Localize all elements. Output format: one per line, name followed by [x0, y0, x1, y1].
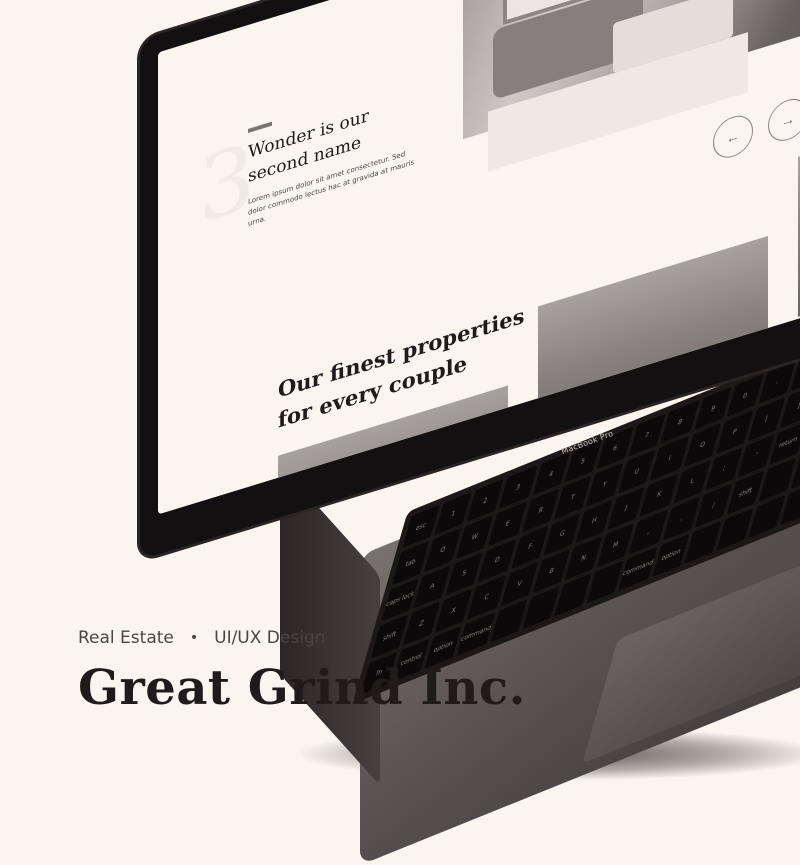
project-title: Great Grind Inc. [78, 660, 526, 716]
arrow-left-icon: ← [726, 126, 740, 147]
laptop-side-edge [280, 464, 380, 786]
discipline-label: UI/UX Design [214, 628, 326, 648]
project-caption: Real Estate • UI/UX Design [78, 628, 326, 648]
separator-dot: • [189, 630, 199, 646]
slide-number: 3 [198, 122, 256, 246]
arrow-right-icon: → [781, 109, 795, 131]
carousel-next-button[interactable]: → [768, 93, 800, 147]
category-label: Real Estate [78, 628, 174, 648]
carousel-prev-button[interactable]: ← [713, 110, 753, 163]
